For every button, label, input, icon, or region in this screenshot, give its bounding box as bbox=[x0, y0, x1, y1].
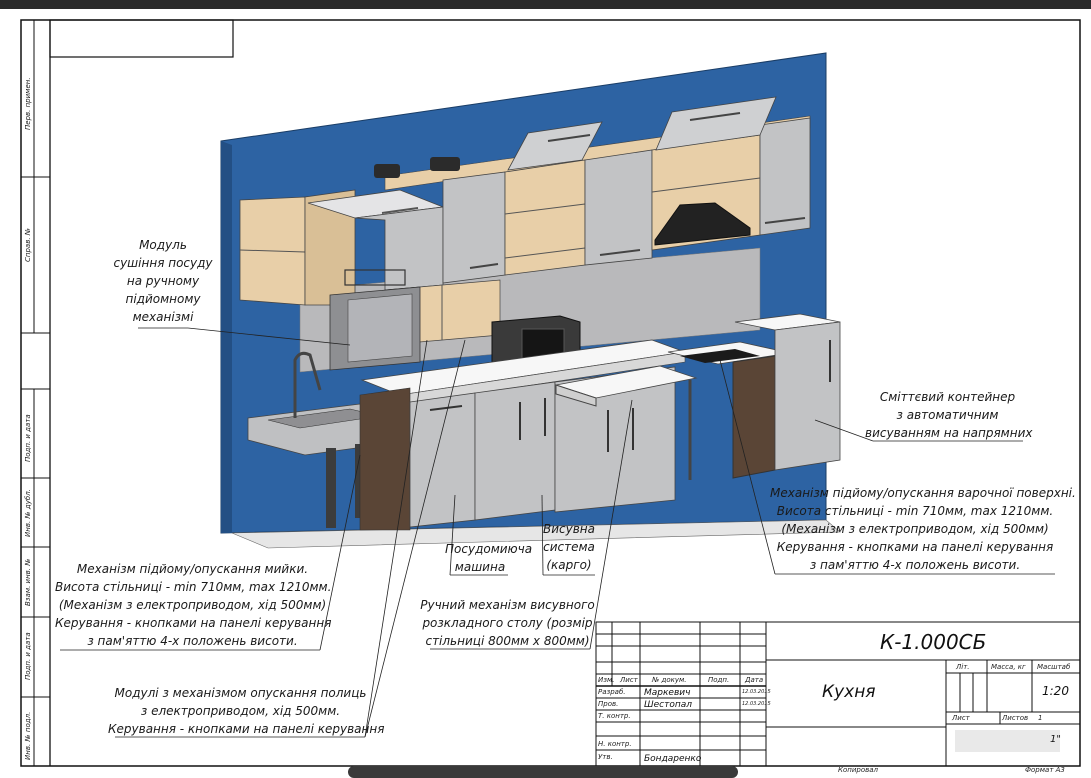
lit-label: Літ. bbox=[956, 663, 970, 671]
stamp-razrab-name: Маркевич bbox=[644, 688, 691, 698]
note-table: Ручний механізм висувного розкладного ст… bbox=[420, 596, 595, 650]
stamp-utv-name: Бондаренко bbox=[644, 754, 702, 764]
note-dishwasher: Посудомиюча машина bbox=[445, 540, 533, 576]
stamp-razrab-date: 12.03.2015 bbox=[742, 689, 771, 695]
note-dishwasher-line: машина bbox=[454, 560, 506, 574]
stamp-list: Лист bbox=[620, 676, 638, 684]
note-shelves: Модулі з механізмом опускання полиць з е… bbox=[108, 684, 385, 738]
strip-inv-podl: Инв. № подл. bbox=[24, 711, 32, 760]
drawing-title: Кухня bbox=[822, 682, 876, 702]
note-shelves-line: Керування - кнопками на панелі керування bbox=[108, 722, 385, 736]
sheets-label: Листов bbox=[1002, 714, 1029, 722]
note-table-line: стільниці 800мм х 800мм) bbox=[425, 634, 590, 648]
stamp-utv-label: Утв. bbox=[598, 753, 613, 761]
mass-label: Масса, кг bbox=[991, 663, 1026, 671]
sheets-value: 1 bbox=[1038, 714, 1043, 722]
stamp-doc: № докум. bbox=[652, 676, 687, 684]
note-cooktop-line: Висота стільниці - min 710мм, max 1210мм… bbox=[776, 504, 1054, 518]
note-sink-line: (Механізм з електроприводом, хід 500мм) bbox=[58, 598, 327, 612]
drawing-canvas bbox=[20, 19, 1081, 767]
drawing-code: К-1.000СБ bbox=[880, 630, 987, 654]
note-sink-line: Висота стільниці - min 710мм, max 1210мм… bbox=[55, 580, 332, 594]
strip-vzam-inv: Взам. инв. № bbox=[24, 558, 32, 606]
stamp-prov-label: Пров. bbox=[598, 700, 619, 708]
note-sink-line: Механізм підйому/опускання мийки. bbox=[76, 562, 309, 576]
stamp-tkontr-label: Т. контр. bbox=[598, 712, 631, 720]
note-table-line: розкладного столу (розмір bbox=[422, 616, 593, 630]
note-sink-line: Керування - кнопками на панелі керування bbox=[55, 616, 332, 630]
note-shelves-line: Модулі з механізмом опускання полиць bbox=[114, 686, 367, 700]
note-dish-dryer-line: сушіння посуду bbox=[113, 256, 213, 270]
note-trash: Сміттєвий контейнер з автоматичним висув… bbox=[865, 388, 1033, 442]
note-cooktop: Механізм підйому/опускання варочної пове… bbox=[770, 484, 1076, 574]
note-sink-line: з пам'яттю 4-х положень висоти. bbox=[87, 634, 298, 648]
scale-value: 1:20 bbox=[1042, 684, 1069, 698]
strip-perv-primen: Перв. примен. bbox=[24, 77, 32, 130]
note-cargo: Висувна система (карго) bbox=[538, 520, 600, 574]
note-cooktop-line: Механізм підйому/опускання варочної пове… bbox=[770, 486, 1076, 500]
note-dish-dryer-line: на ручному bbox=[126, 274, 200, 288]
note-cooktop-line: з пам'яттю 4-х положень висоти. bbox=[809, 558, 1021, 572]
org-fragment: 1" bbox=[1050, 734, 1061, 745]
note-cargo-line: Висувна bbox=[542, 522, 595, 536]
note-cargo-line: (карго) bbox=[546, 558, 592, 572]
note-cargo-line: система bbox=[543, 540, 595, 554]
note-dishwasher-line: Посудомиюча bbox=[445, 542, 533, 556]
strip-podp-data-1: Подп. и дата bbox=[24, 414, 32, 462]
stamp-sign: Подп. bbox=[708, 676, 730, 684]
note-trash-line: висуванням на напрямних bbox=[865, 426, 1033, 440]
note-dish-dryer-line: підйомному bbox=[125, 292, 201, 306]
strip-inv-dubl: Инв. № дубл. bbox=[24, 489, 32, 537]
stamp-prov-date: 12.03.2015 bbox=[742, 701, 771, 707]
note-trash-line: Сміттєвий контейнер bbox=[879, 390, 1016, 404]
note-dish-dryer-line: механізмі bbox=[132, 310, 194, 324]
stamp-date: Дата bbox=[745, 676, 764, 684]
note-dish-dryer-line: Модуль bbox=[139, 238, 187, 252]
scale-label: Масштаб bbox=[1037, 663, 1071, 671]
note-trash-line: з автоматичним bbox=[896, 408, 999, 422]
stamp-izm: Изм. bbox=[598, 676, 615, 684]
note-sink: Механізм підйому/опускання мийки. Висота… bbox=[55, 560, 332, 650]
sheet-label: Лист bbox=[952, 714, 970, 722]
bottom-scrollbar[interactable] bbox=[348, 766, 738, 778]
note-cooktop-line: Керування - кнопками на панелі керування bbox=[776, 540, 1054, 554]
strip-sprav: Справ. № bbox=[24, 227, 32, 262]
note-dish-dryer: Модуль сушіння посуду на ручному підйомн… bbox=[108, 236, 218, 326]
strip-podp-data-2: Подп. и дата bbox=[24, 632, 32, 680]
note-table-line: Ручний механізм висувного bbox=[420, 598, 595, 612]
stamp-nkontr-label: Н. контр. bbox=[598, 740, 632, 748]
note-shelves-line: з електроприводом, хід 500мм. bbox=[140, 704, 341, 718]
note-cooktop-line: (Механізм з електроприводом, хід 500мм) bbox=[781, 522, 1049, 536]
stamp-prov-name: Шестопал bbox=[644, 700, 693, 710]
stamp-razrab-label: Разраб. bbox=[598, 688, 626, 696]
